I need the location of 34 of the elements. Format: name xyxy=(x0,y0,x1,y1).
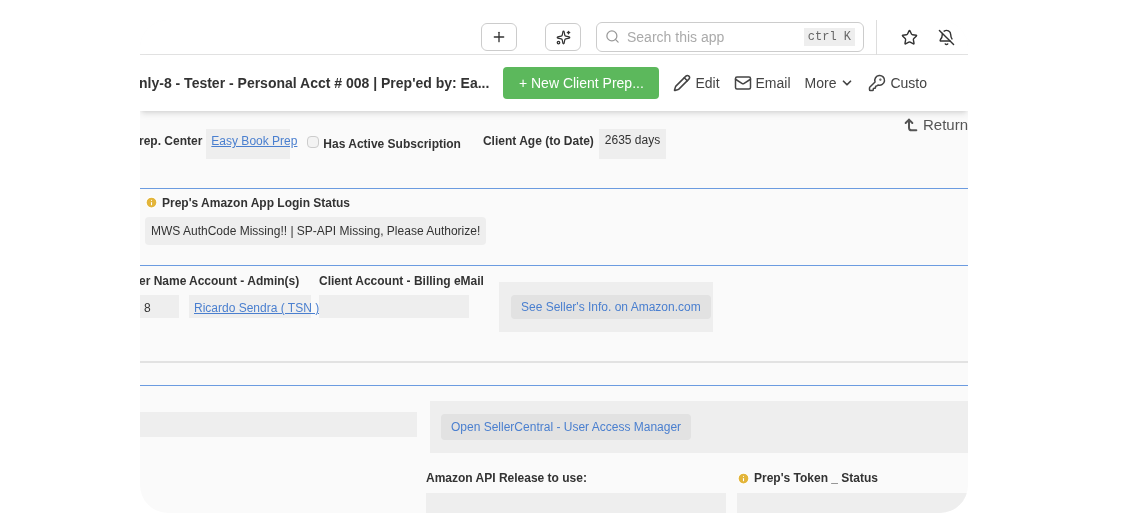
shortcut-hint: ctrl K xyxy=(803,28,855,46)
client-age-field: 2635 days xyxy=(598,129,667,160)
email-button[interactable]: Email xyxy=(733,72,791,94)
sparkle-button[interactable] xyxy=(545,23,581,51)
sparkle-icon xyxy=(555,29,571,45)
field-label: Prep's Token _ Status xyxy=(754,470,878,487)
column-value: 8 xyxy=(140,294,179,318)
info-icon xyxy=(737,471,750,485)
key-icon xyxy=(868,74,887,92)
return-icon xyxy=(902,117,919,134)
admin-link[interactable]: Ricardo Sendra ( TSN ) xyxy=(194,300,320,315)
page-title: nly-8 - Tester - Personal Acct # 008 | Prep'ed by: Ea... xyxy=(140,73,490,93)
section-label: Prep's Amazon App Login Status xyxy=(162,194,350,212)
more-button[interactable]: More xyxy=(804,72,855,94)
column-label: Account - Admin(s) xyxy=(189,272,300,290)
customize-button[interactable]: Custo xyxy=(868,72,927,94)
field-label: Client Age (to Date) xyxy=(482,133,594,151)
envelope-icon xyxy=(733,74,752,92)
info-icon xyxy=(145,196,158,210)
column-label: er Name xyxy=(140,272,187,290)
add-button[interactable] xyxy=(481,23,517,51)
checkbox-label: Has Active Subscription xyxy=(323,136,461,154)
pencil-icon xyxy=(673,74,692,92)
field-label: Amazon API Release to use: xyxy=(426,470,588,487)
subscription-checkbox[interactable] xyxy=(307,136,320,149)
login-status-field: MWS AuthCode Missing!! | SP-API Missing, Please Authorize! xyxy=(145,216,487,245)
return-link[interactable]: Return xyxy=(902,114,968,137)
field-label: rep. Center xyxy=(140,133,203,151)
star-icon[interactable] xyxy=(901,28,918,46)
search-icon xyxy=(605,29,620,44)
bell-icon[interactable] xyxy=(938,28,955,46)
plus-icon xyxy=(491,29,507,45)
edit-button[interactable]: Edit xyxy=(673,72,720,94)
column-label: Client Account - Billing eMail xyxy=(319,272,484,290)
